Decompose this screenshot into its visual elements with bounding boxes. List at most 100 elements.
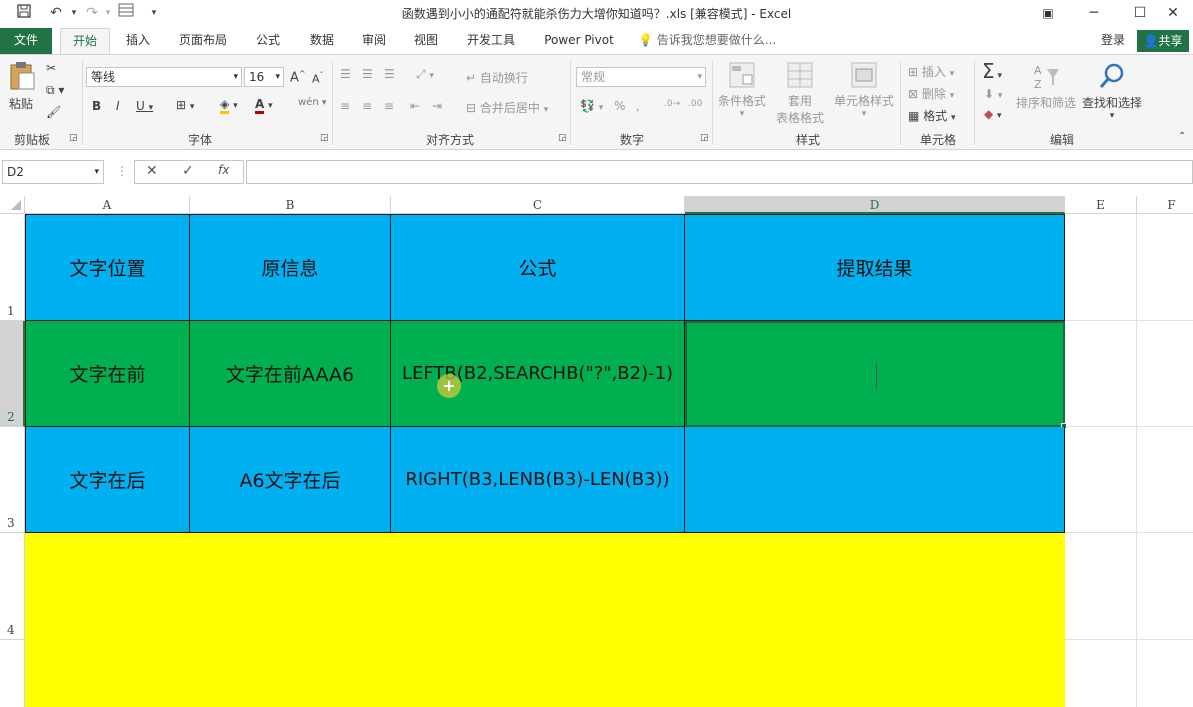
- format-cells-button[interactable]: ▦ 格式 ▾: [908, 107, 956, 124]
- tab-insert[interactable]: 插入: [116, 28, 160, 54]
- align-middle-icon[interactable]: ☰: [362, 67, 373, 81]
- clear-icon[interactable]: ◆ ▾: [984, 107, 1002, 121]
- align-top-icon[interactable]: ☰: [340, 67, 351, 81]
- increase-font-size-icon[interactable]: A^: [290, 69, 306, 85]
- decrease-decimal-icon[interactable]: .00: [688, 99, 702, 109]
- cell-b2[interactable]: 文字在前AAA6: [190, 321, 391, 427]
- column-header-c[interactable]: C: [391, 196, 685, 214]
- align-bottom-icon[interactable]: ☰: [384, 67, 395, 81]
- row-header-2[interactable]: 2: [0, 321, 25, 427]
- delete-cells-button[interactable]: ⊠ 删除 ▾: [908, 85, 954, 102]
- tell-me-box[interactable]: 💡 告诉我您想要做什么...: [638, 28, 788, 54]
- tab-power-pivot[interactable]: Power Pivot: [536, 28, 622, 54]
- fill-icon[interactable]: ⬇ ▾: [984, 87, 1002, 101]
- cell-d3[interactable]: [685, 427, 1065, 533]
- cut-icon[interactable]: ✂: [46, 61, 56, 75]
- tab-file[interactable]: 文件: [0, 28, 52, 54]
- cell-a3[interactable]: 文字在后: [25, 427, 190, 533]
- font-launcher-icon[interactable]: ◲: [320, 133, 329, 143]
- italic-button[interactable]: I: [116, 99, 120, 113]
- insert-cells-button[interactable]: ⊞ 插入 ▾: [908, 63, 954, 80]
- font-name-select[interactable]: 等线 ▾: [86, 67, 242, 87]
- cell-c3[interactable]: RIGHT(B3,LENB(B3)-LEN(B3)): [391, 427, 685, 533]
- font-size-select[interactable]: 16 ▾: [244, 67, 284, 87]
- merge-icon: ⊟: [466, 101, 477, 115]
- column-header-d[interactable]: D: [685, 196, 1065, 214]
- cell-styles-button[interactable]: 单元格样式 ▾: [832, 61, 896, 125]
- formula-input[interactable]: [246, 160, 1193, 184]
- conditional-formatting-button[interactable]: 条件格式 ▾: [716, 61, 768, 125]
- row-number: 3: [7, 516, 15, 530]
- decrease-indent-icon[interactable]: ⇤: [410, 99, 420, 113]
- column-header-b[interactable]: B: [190, 196, 391, 214]
- column-header-f[interactable]: F: [1137, 196, 1193, 214]
- column-header-e[interactable]: E: [1065, 196, 1137, 214]
- clipboard-launcher-icon[interactable]: ◲: [69, 133, 78, 143]
- orientation-icon[interactable]: ⤢ ▾: [416, 67, 434, 82]
- formula-bar-resize-icon[interactable]: ⋮: [116, 164, 128, 178]
- number-format-select[interactable]: 常规 ▾: [576, 67, 706, 87]
- close-button[interactable]: ✕: [1153, 0, 1193, 28]
- decrease-font-size-icon[interactable]: Aˇ: [312, 71, 324, 86]
- enter-icon[interactable]: ✓: [182, 163, 194, 179]
- collapse-ribbon-icon[interactable]: ⌃: [1178, 131, 1186, 142]
- wrap-text-button[interactable]: ↵ 自动换行: [466, 69, 528, 86]
- tab-formulas[interactable]: 公式: [246, 28, 290, 54]
- tab-home[interactable]: 开始: [60, 28, 110, 55]
- comma-style-icon[interactable]: ,: [636, 99, 640, 113]
- percent-style-button[interactable]: %: [614, 99, 625, 113]
- select-all-icon: [11, 200, 21, 210]
- row-header-3[interactable]: 3: [0, 427, 25, 533]
- paste-button[interactable]: 粘贴: [8, 61, 38, 111]
- tab-view[interactable]: 视图: [404, 28, 448, 54]
- cell-a2[interactable]: 文字在前: [25, 321, 190, 427]
- tab-data[interactable]: 数据: [300, 28, 344, 54]
- find-select-button[interactable]: 查找和选择 ▾: [1080, 61, 1144, 125]
- cell-d1[interactable]: 提取结果: [685, 214, 1065, 321]
- format-painter-icon[interactable]: 🖌: [46, 105, 61, 119]
- cell-b1[interactable]: 原信息: [190, 214, 391, 321]
- underline-button[interactable]: U ▾: [136, 99, 153, 113]
- merge-center-button[interactable]: ⊟ 合并后居中 ▾: [466, 99, 548, 116]
- name-box[interactable]: D2 ▾: [2, 160, 104, 184]
- cell-c1[interactable]: 公式: [391, 214, 685, 321]
- autosum-icon[interactable]: Σ ▾: [982, 59, 1002, 83]
- cell-d2[interactable]: [685, 321, 1065, 427]
- bold-button[interactable]: B: [92, 99, 101, 113]
- row-header-1[interactable]: 1: [0, 214, 25, 321]
- borders-icon[interactable]: ⊞ ▾: [176, 98, 194, 112]
- phonetic-icon[interactable]: wén ▾: [298, 97, 326, 108]
- align-right-icon[interactable]: ≡: [384, 99, 394, 113]
- login-link[interactable]: 登录: [1096, 28, 1130, 54]
- alignment-launcher-icon[interactable]: ◲: [558, 133, 567, 143]
- share-button[interactable]: 👤共享: [1137, 30, 1189, 52]
- cell-c2[interactable]: LEFTB(B2,SEARCHB("?",B2)-1): [391, 321, 685, 427]
- cancel-icon[interactable]: ✕: [146, 163, 158, 179]
- minimize-button[interactable]: ─: [1071, 0, 1117, 28]
- tab-page-layout[interactable]: 页面布局: [170, 28, 236, 54]
- column-header-a[interactable]: A: [25, 196, 190, 214]
- align-left-icon[interactable]: ≡: [340, 99, 350, 113]
- number-launcher-icon[interactable]: ◲: [700, 133, 709, 143]
- align-center-icon[interactable]: ≡: [362, 99, 372, 113]
- yellow-filled-range[interactable]: [25, 533, 1065, 707]
- insert-function-icon[interactable]: fx: [218, 163, 229, 177]
- tab-developer[interactable]: 开发工具: [458, 28, 524, 54]
- cell-b3[interactable]: A6文字在后: [190, 427, 391, 533]
- row-header-4[interactable]: 4: [0, 533, 25, 640]
- ribbon-display-options-icon[interactable]: ▣: [1025, 0, 1071, 28]
- format-as-table-icon: [787, 62, 813, 88]
- font-color-icon[interactable]: A ▾: [255, 97, 273, 114]
- sort-filter-button[interactable]: AZ 排序和筛选: [1014, 61, 1078, 125]
- fill-color-icon[interactable]: ◈ ▾: [220, 97, 238, 114]
- increase-indent-icon[interactable]: ⇥: [432, 99, 442, 113]
- increase-decimal-icon[interactable]: .0→: [664, 99, 680, 109]
- format-as-table-button[interactable]: 套用 表格格式: [770, 61, 830, 125]
- cell-a1[interactable]: 文字位置: [25, 214, 190, 321]
- tab-review[interactable]: 审阅: [352, 28, 396, 54]
- copy-icon[interactable]: ⧉ ▾: [46, 83, 64, 98]
- accounting-format-icon[interactable]: 💱 ▾: [580, 99, 603, 113]
- select-all-button[interactable]: [0, 196, 25, 214]
- editing-group-label: 编辑: [1049, 133, 1074, 147]
- row-header-5[interactable]: [0, 640, 25, 707]
